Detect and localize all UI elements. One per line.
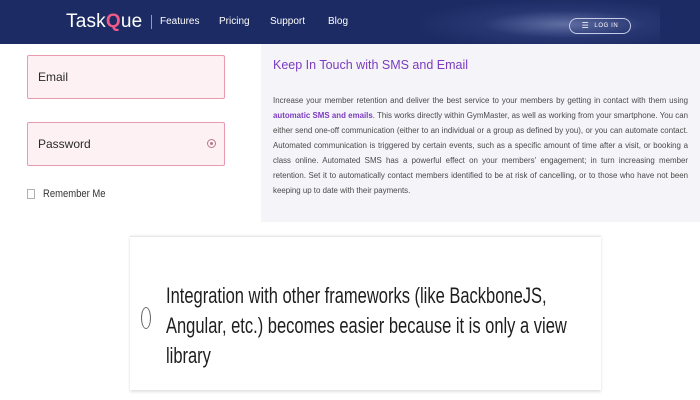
remember-me-row[interactable]: Remember Me [27,188,116,200]
nav-link-pricing[interactable]: Pricing [219,16,250,27]
option-radio-button[interactable] [141,307,151,329]
option-text: Integration with other frameworks (like … [166,283,567,368]
top-nav-bar: Task Que Features Pricing Support Blog ☰ … [0,0,700,44]
taskque-logo[interactable]: Task Que [66,10,142,34]
sms-email-info-panel: Keep In Touch with SMS and Email Increas… [261,44,700,222]
remember-me-checkbox[interactable] [27,189,35,199]
panel-body-rest: . This works directly within GymMaster, … [273,111,688,195]
login-button[interactable]: ☰ LOG IN [569,18,631,34]
login-button-label: LOG IN [594,23,619,29]
nav-link-support[interactable]: Support [270,16,305,27]
panel-body-intro: Increase your member retention and deliv… [273,96,688,105]
quiz-answer-option[interactable]: Integration with other frameworks (like … [130,236,601,390]
login-icon: ☰ [581,21,590,30]
email-field-label: Email [38,70,69,84]
logo-text-suffix: ue [120,11,143,32]
logo-text-prefix: Task [66,11,106,32]
nav-link-blog[interactable]: Blog [328,16,348,27]
logo-divider [151,15,152,29]
logo-text-accent: Q [105,11,121,32]
panel-body-highlight: automatic SMS and emails [273,111,373,120]
panel-body-text: Increase your member retention and deliv… [273,93,688,198]
remember-me-label: Remember Me [43,188,106,200]
show-password-icon[interactable] [207,139,216,148]
password-field[interactable]: Password [27,122,225,166]
password-field-label: Password [38,137,91,151]
panel-title: Keep In Touch with SMS and Email [273,58,469,72]
email-field[interactable]: Email [27,55,225,99]
nav-link-features[interactable]: Features [160,16,199,27]
